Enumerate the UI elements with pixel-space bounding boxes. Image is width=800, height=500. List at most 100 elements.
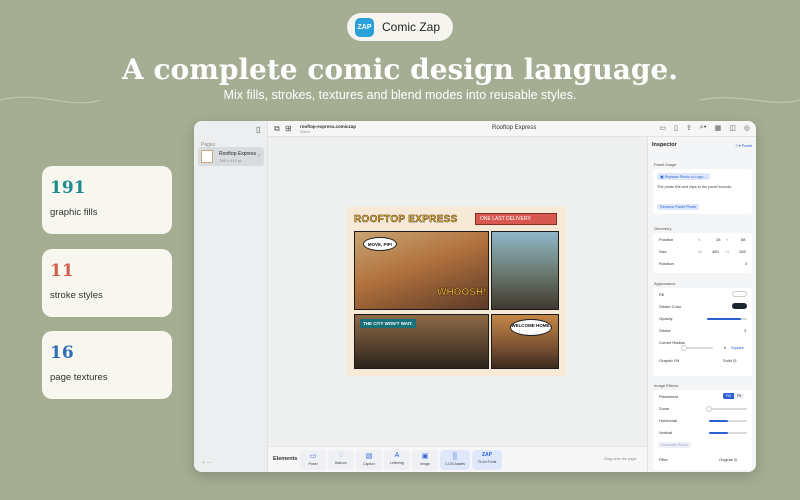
tool-label: Panel (308, 462, 318, 466)
stroke-color-label: Stroke Color (659, 304, 682, 309)
pages-icon[interactable]: ⧉ (274, 124, 280, 134)
inspector-toggle-icon[interactable]: ◫ (729, 124, 736, 132)
graphic-fill-value: Solid (723, 358, 732, 363)
balloon-tool-button[interactable]: ◌ Balloon (328, 450, 354, 470)
art-fonts-button[interactable]: ZAP 75 Art Fonts (472, 450, 502, 470)
lettering-tool-button[interactable]: A Lettering (384, 450, 410, 470)
comic-panel-3[interactable]: THE CITY WON'T WAIT. (354, 314, 489, 369)
y-label: Y (726, 237, 729, 242)
comic-panel-4[interactable]: WELCOME HOME. (491, 314, 559, 369)
sidebar-toggle-icon[interactable]: ▯ (256, 125, 260, 134)
zoom-icon[interactable]: ⌕▾ (700, 124, 707, 132)
h-label: H (726, 249, 729, 254)
placement-label: Placement (659, 394, 678, 399)
stat-label: graphic fills (50, 207, 98, 218)
filter-label: Filter (659, 457, 668, 462)
placement-segmented: Fill Fit (723, 393, 745, 399)
panel-image-note: The photo fills and clips to the panel b… (657, 185, 733, 189)
filter-select[interactable]: Original ◎ (719, 457, 737, 462)
caption-tool-button[interactable]: ▤ Caption (356, 450, 382, 470)
sidebar-toggle-group: ▯ (256, 125, 260, 134)
comic-page[interactable]: ROOFTOP EXPRESS ONE LAST DELIVERY. MOVE,… (347, 207, 566, 376)
assets-button[interactable]: ⣿ 1,100 Assets (440, 450, 470, 470)
page-title: Rooftop Express (219, 151, 256, 157)
toolbar-right: ▭ ▯ ⇪ ⌕▾ ▦ ◫ ◎ (659, 124, 750, 132)
grid-icon[interactable]: ⊞ (285, 124, 292, 133)
corner-radius-knob (681, 345, 687, 351)
x-label: X (698, 237, 701, 242)
document-name: rooftop-express.comiczap (300, 124, 357, 129)
speech-balloon[interactable]: WELCOME HOME. (510, 319, 552, 336)
vertical-slider[interactable] (709, 432, 747, 434)
graphic-fill-select[interactable]: Solid ◎ (723, 358, 737, 363)
document-icon[interactable]: ▯ (674, 124, 678, 132)
app-badge: ZAP Comic Zap (347, 13, 453, 41)
image-icon: ▣ (421, 453, 429, 460)
generate-photo-button[interactable]: Generate Photo (658, 442, 691, 448)
inspector-context[interactable]: ? ▾ Panel (735, 143, 752, 148)
size-h-field[interactable]: 266 (739, 249, 746, 254)
subheadline: Mix fills, strokes, textures and blend m… (223, 88, 577, 102)
image-tool-button[interactable]: ▣ Image (412, 450, 438, 470)
title-bar: ⧉ ⊞ rooftop-express.comiczap Edited Roof… (268, 121, 756, 137)
section-geometry: Geometry (654, 226, 672, 231)
rotation-field[interactable]: 0 (745, 261, 747, 266)
placement-fit-option[interactable]: Fit (733, 393, 745, 399)
position-label: Position (659, 237, 674, 242)
vertical-label: Vertical (659, 430, 673, 435)
window-title: Rooftop Express (492, 125, 537, 131)
image-effects-box: Placement Fill Fit Zoom Horizontal Verti… (653, 390, 752, 470)
headline: A complete comic design language. (122, 53, 678, 86)
stat-value: 16 (50, 343, 74, 363)
remove-photo-button[interactable]: Remove Panel Photo (657, 204, 699, 210)
size-label: Size (659, 249, 667, 254)
corner-radius-slider[interactable] (681, 345, 713, 351)
placement-fill-option[interactable]: Fill (723, 393, 734, 399)
tool-label: Caption (362, 462, 376, 466)
check-icon[interactable]: ◎ (744, 124, 750, 132)
tool-label: Lettering (390, 461, 404, 465)
section-image-effects: Image Effects (654, 383, 679, 388)
horizontal-slider[interactable] (709, 420, 747, 422)
replace-photo-label: Replace Photo or Logo… (664, 175, 708, 179)
elements-label: Elements (273, 456, 298, 462)
page-canvas[interactable]: ROOFTOP EXPRESS ONE LAST DELIVERY. MOVE,… (268, 137, 647, 446)
stat-card-strokes: 11 stroke styles (42, 249, 172, 317)
zoom-slider[interactable] (706, 406, 747, 412)
caption-box[interactable]: THE CITY WON'T WAIT. (360, 319, 416, 328)
tool-label: 75 Art Fonts (477, 460, 497, 464)
tool-label: Balloon (335, 461, 347, 465)
opacity-slider-fill (707, 318, 741, 320)
comic-panel-2[interactable] (491, 231, 559, 310)
graphic-fill-label: Graphic Fill (659, 358, 680, 363)
sound-effect[interactable]: WHOOSH! (437, 287, 487, 299)
panel-tool-button[interactable]: ▭ Panel (300, 450, 326, 470)
corner-radius-field[interactable]: 0 (724, 345, 726, 350)
section-panel-image: Panel Image (654, 162, 677, 167)
page-list-item[interactable]: Rooftop Express 765 × 615 pt › (198, 147, 264, 166)
comic-panel-1[interactable]: MOVE, PIP! WHOOSH! (354, 231, 489, 310)
stroke-color-swatch[interactable] (732, 303, 747, 309)
horizontal-slider-fill (709, 420, 728, 422)
page-thumbnail (201, 150, 213, 163)
drag-hint: Drag onto the page (604, 457, 637, 461)
opacity-slider[interactable] (707, 318, 747, 320)
position-x-field[interactable]: 28 (716, 237, 720, 242)
stroke-width-field[interactable]: 3 (744, 328, 746, 333)
replace-photo-button[interactable]: ▣ Replace Photo or Logo… (657, 173, 711, 180)
share-icon[interactable]: ⇪ (686, 124, 692, 132)
fill-color-swatch[interactable] (732, 291, 747, 297)
device-icon[interactable]: ▭ (659, 124, 666, 132)
comic-banner[interactable]: ONE LAST DELIVERY. (475, 213, 557, 225)
add-page-icon[interactable]: + — (202, 460, 211, 466)
layout-icon[interactable]: ▦ (715, 124, 722, 132)
size-w-field[interactable]: 480 (712, 249, 719, 254)
corner-shape-select[interactable]: Square (731, 345, 744, 350)
comic-title[interactable]: ROOFTOP EXPRESS (354, 214, 458, 225)
caption-icon: ▤ (365, 453, 373, 460)
zoom-slider-knob (706, 406, 712, 412)
position-y-field[interactable]: 88 (741, 237, 745, 242)
opacity-label: Opacity (659, 316, 673, 321)
speech-balloon[interactable]: MOVE, PIP! (363, 237, 397, 251)
fill-label: Fill (659, 292, 665, 297)
